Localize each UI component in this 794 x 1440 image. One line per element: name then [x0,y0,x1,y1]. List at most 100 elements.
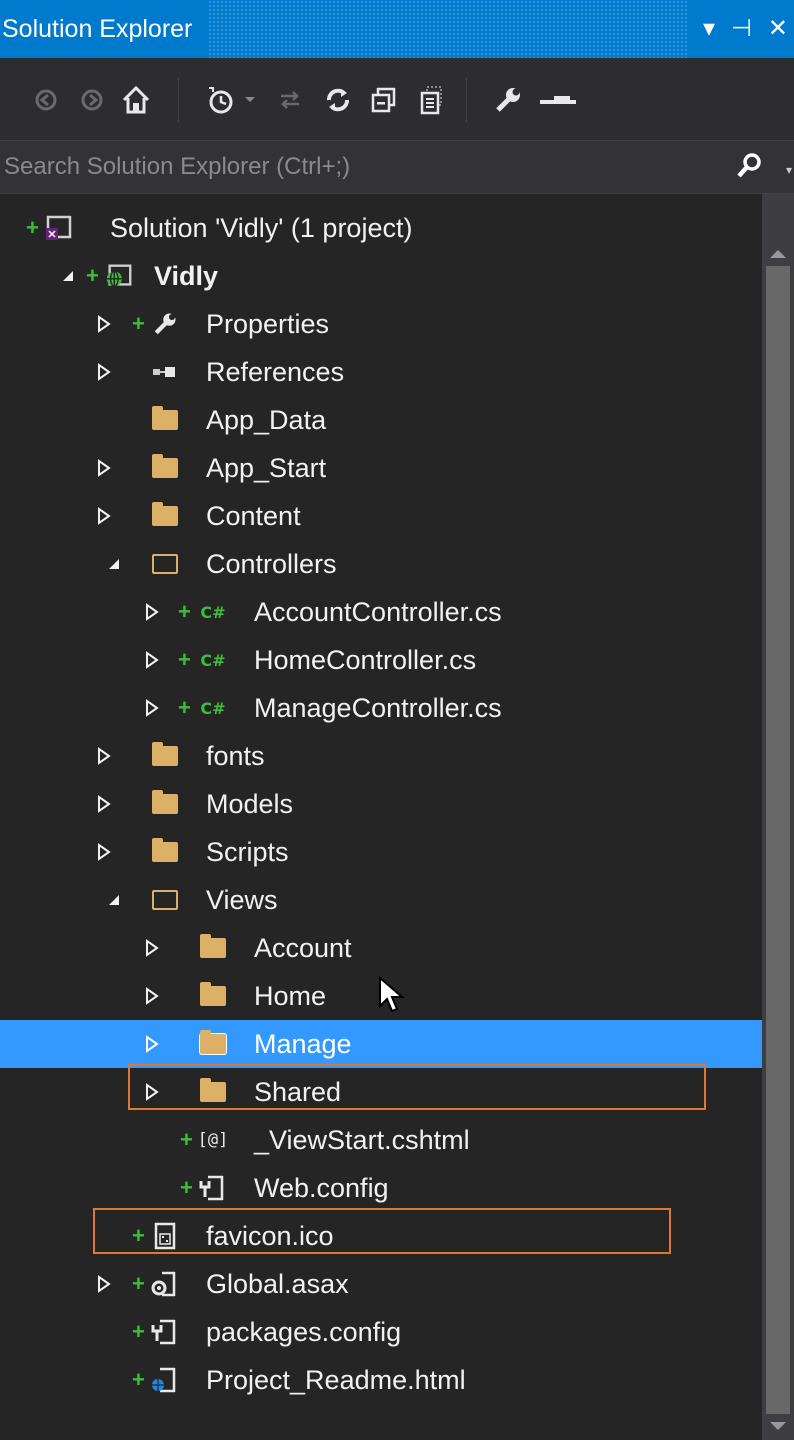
tree-item-manage-controller[interactable]: + C# ManageController.cs [0,684,762,732]
tree-item-properties[interactable]: + Properties [0,300,762,348]
close-button[interactable]: ✕ [768,17,788,41]
tree-item-label: Global.asax [206,1268,349,1299]
collapsed-arrow-icon[interactable] [94,362,114,382]
forward-button[interactable] [72,80,112,120]
tree-item-label: fonts [206,740,265,771]
csharp-file-icon: C# [200,650,226,670]
html-file-icon [150,1365,180,1395]
collapsed-arrow-icon[interactable] [94,1274,114,1294]
tree-item-viewstart[interactable]: + [@] _ViewStart.cshtml [0,1116,762,1164]
properties-button[interactable] [488,80,528,120]
folder-icon [198,1029,228,1059]
web-project-icon [104,261,134,291]
expanded-arrow-icon[interactable] [58,266,78,286]
back-button[interactable] [26,80,66,120]
collapsed-arrow-icon[interactable] [142,1034,162,1054]
tree-item-project[interactable]: + Vidly [0,252,762,300]
tree-item-label: Web.config [254,1172,389,1203]
tree-item-models[interactable]: Models [0,780,762,828]
tree-item-packages-config[interactable]: + packages.config [0,1308,762,1356]
collapsed-arrow-icon[interactable] [94,506,114,526]
collapsed-arrow-icon[interactable] [142,698,162,718]
tree-item-scripts[interactable]: Scripts [0,828,762,876]
expanded-arrow-icon[interactable] [104,890,124,910]
window-dropdown-button[interactable]: ▾ [703,17,715,41]
preview-button[interactable] [534,80,582,120]
collapsed-arrow-icon[interactable] [94,746,114,766]
tree-item-home-controller[interactable]: + C# HomeController.cs [0,636,762,684]
refresh-button[interactable] [318,80,358,120]
refresh-icon [327,88,349,112]
scroll-down-arrow-icon[interactable] [770,1422,786,1430]
tree-item-views-manage[interactable]: Manage [0,1020,762,1068]
added-icon: + [26,215,39,240]
tree-item-account-controller[interactable]: + C# AccountController.cs [0,588,762,636]
tree-item-solution[interactable]: + Solution 'Vidly' (1 project) [0,204,762,252]
sync-button[interactable] [270,80,310,120]
show-all-files-icon [420,86,442,115]
added-icon: + [178,599,191,624]
added-icon: + [132,1367,145,1392]
tree-item-label: Vidly [154,260,219,291]
csharp-file-icon: C# [200,698,226,718]
tree-item-label: App_Data [206,404,327,435]
config-file-icon [150,1317,180,1347]
tree-item-views-account[interactable]: Account [0,924,762,972]
tree-item-app-data[interactable]: App_Data [0,396,762,444]
collapsed-arrow-icon[interactable] [94,794,114,814]
scroll-thumb[interactable] [766,266,790,1414]
folder-icon [150,741,180,771]
tree-item-label: Views [206,884,278,915]
collapsed-arrow-icon[interactable] [142,650,162,670]
collapsed-arrow-icon[interactable] [94,314,114,334]
tree-item-views[interactable]: Views [0,876,762,924]
show-all-files-button[interactable] [412,80,452,120]
pin-button[interactable]: ⊣ [731,17,752,41]
references-icon [150,357,180,387]
home-button[interactable] [116,80,156,120]
tree-item-label: _ViewStart.cshtml [254,1124,470,1155]
folder-icon [198,933,228,963]
preview-icon [540,96,576,104]
scroll-up-arrow-icon[interactable] [770,250,786,258]
tree-item-project-readme[interactable]: + Project_Readme.html [0,1356,762,1404]
solution-icon [44,213,74,243]
panel-title: Solution Explorer [2,14,193,43]
vertical-scrollbar[interactable] [762,194,794,1440]
history-dropdown-button[interactable] [240,80,260,120]
tree-item-label: Manage [254,1028,352,1059]
tree-item-label: Controllers [206,548,337,579]
tree-item-references[interactable]: References [0,348,762,396]
search-input[interactable] [0,141,746,193]
solution-explorer-panel: Solution Explorer ▾ ⊣ ✕ Search Solution … [0,0,794,1440]
wrench-icon [150,309,180,339]
expanded-arrow-icon[interactable] [104,554,124,574]
tree-item-label: Properties [206,308,330,339]
tree-item-views-webconfig[interactable]: + Web.config [0,1164,762,1212]
collapsed-arrow-icon[interactable] [94,458,114,478]
toolbar-separator [178,78,179,122]
added-icon: + [132,1319,145,1344]
history-button[interactable] [200,80,240,120]
tree-item-content[interactable]: Content [0,492,762,540]
tree-item-global-asax[interactable]: + Global.asax [0,1260,762,1308]
tree-item-label: Home [254,980,327,1011]
tree-item-controllers[interactable]: Controllers [0,540,762,588]
collapsed-arrow-icon[interactable] [142,986,162,1006]
collapsed-arrow-icon[interactable] [142,602,162,622]
tree-item-label: Account [254,932,352,963]
collapsed-arrow-icon[interactable] [94,842,114,862]
folder-icon [150,837,180,867]
search-icon [737,153,761,178]
collapsed-arrow-icon[interactable] [142,938,162,958]
added-icon: + [132,1271,145,1296]
tree-item-label: References [206,356,345,387]
forward-icon [81,89,103,111]
tree-item-app-start[interactable]: App_Start [0,444,762,492]
tree-item-fonts[interactable]: fonts [0,732,762,780]
open-folder-icon [150,549,180,579]
collapse-all-button[interactable] [364,80,404,120]
search-options-dropdown[interactable]: ▾ [786,163,792,177]
added-icon: + [86,263,99,288]
search-button[interactable] [734,151,764,186]
